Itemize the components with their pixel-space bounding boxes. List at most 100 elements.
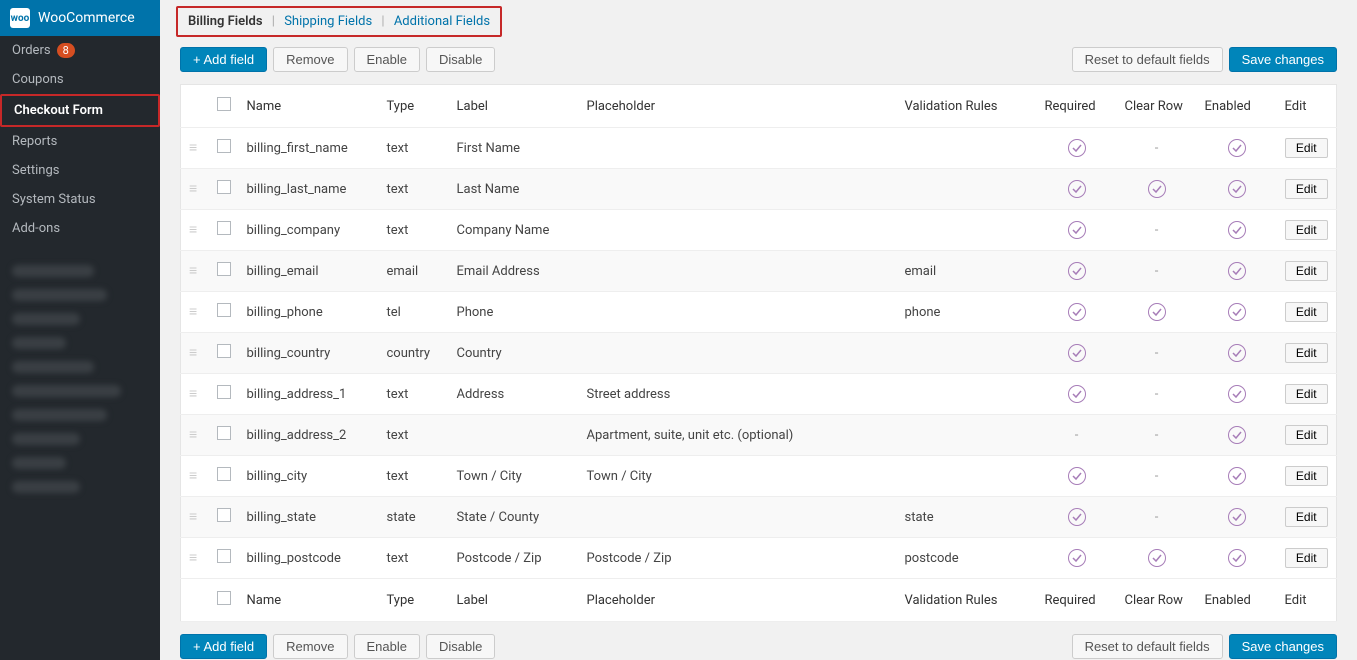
col-footer-clear-row[interactable]: Clear Row [1117, 579, 1197, 622]
edit-button[interactable]: Edit [1285, 343, 1328, 363]
table-row: ≡billing_last_nametextLast NameEdit [181, 169, 1337, 210]
cell-name: billing_address_1 [239, 374, 379, 415]
edit-button[interactable]: Edit [1285, 384, 1328, 404]
add-field-button[interactable]: + Add field [180, 47, 267, 72]
tab-additional-fields[interactable]: Additional Fields [394, 14, 490, 29]
main-content: Billing Fields | Shipping Fields | Addit… [160, 0, 1357, 660]
drag-handle-icon[interactable]: ≡ [189, 222, 197, 238]
col-header-type[interactable]: Type [379, 85, 449, 128]
drag-handle-icon[interactable]: ≡ [189, 427, 197, 443]
sidebar-item-orders[interactable]: Orders8 [0, 36, 160, 65]
drag-handle-icon[interactable]: ≡ [189, 509, 197, 525]
sidebar-item-checkout-form[interactable]: Checkout Form [0, 94, 160, 127]
required-icon [1068, 221, 1086, 239]
col-footer-label[interactable]: Label [449, 579, 579, 622]
edit-button[interactable]: Edit [1285, 302, 1328, 322]
remove-button-bottom[interactable]: Remove [273, 634, 347, 659]
edit-button[interactable]: Edit [1285, 507, 1328, 527]
sidebar-item-reports[interactable]: Reports [0, 127, 160, 156]
col-footer-validation[interactable]: Validation Rules [897, 579, 1037, 622]
toolbar-bottom: + Add field Remove Enable Disable Reset … [180, 634, 1337, 659]
enabled-icon [1228, 385, 1246, 403]
row-checkbox[interactable] [217, 303, 231, 317]
reset-button-bottom[interactable]: Reset to default fields [1072, 634, 1223, 659]
drag-handle-icon[interactable]: ≡ [189, 386, 197, 402]
sidebar-brand[interactable]: woo WooCommerce [0, 0, 160, 36]
drag-handle-icon[interactable]: ≡ [189, 304, 197, 320]
row-checkbox[interactable] [217, 549, 231, 563]
enabled-icon [1228, 467, 1246, 485]
sidebar-item-label: Orders [12, 43, 51, 58]
edit-button[interactable]: Edit [1285, 466, 1328, 486]
sidebar-item-coupons[interactable]: Coupons [0, 65, 160, 94]
col-footer-enabled[interactable]: Enabled [1197, 579, 1277, 622]
drag-handle-icon[interactable]: ≡ [189, 140, 197, 156]
row-checkbox[interactable] [217, 385, 231, 399]
cell-placeholder [579, 333, 897, 374]
row-checkbox[interactable] [217, 139, 231, 153]
edit-button[interactable]: Edit [1285, 220, 1328, 240]
cell-name: billing_email [239, 251, 379, 292]
tab-shipping-fields[interactable]: Shipping Fields [284, 14, 372, 29]
drag-handle-icon[interactable]: ≡ [189, 345, 197, 361]
row-checkbox[interactable] [217, 180, 231, 194]
sidebar-item-add-ons[interactable]: Add-ons [0, 214, 160, 243]
enabled-icon [1228, 139, 1246, 157]
col-header-required[interactable]: Required [1037, 85, 1117, 128]
required-icon [1068, 344, 1086, 362]
dash: - [1155, 141, 1159, 156]
sidebar-item-settings[interactable]: Settings [0, 156, 160, 185]
cell-type: text [379, 374, 449, 415]
save-changes-button[interactable]: Save changes [1229, 47, 1337, 72]
row-checkbox[interactable] [217, 508, 231, 522]
edit-button[interactable]: Edit [1285, 548, 1328, 568]
row-checkbox[interactable] [217, 467, 231, 481]
col-header-validation[interactable]: Validation Rules [897, 85, 1037, 128]
drag-handle-icon[interactable]: ≡ [189, 468, 197, 484]
col-footer-type[interactable]: Type [379, 579, 449, 622]
sidebar-item-system-status[interactable]: System Status [0, 185, 160, 214]
col-header-placeholder[interactable]: Placeholder [579, 85, 897, 128]
cell-label: Last Name [449, 169, 579, 210]
col-header-enabled[interactable]: Enabled [1197, 85, 1277, 128]
required-icon [1068, 303, 1086, 321]
select-all-checkbox[interactable] [217, 97, 231, 111]
col-footer-required[interactable]: Required [1037, 579, 1117, 622]
cell-name: billing_state [239, 497, 379, 538]
edit-button[interactable]: Edit [1285, 425, 1328, 445]
enable-button[interactable]: Enable [354, 47, 420, 72]
col-footer-name[interactable]: Name [239, 579, 379, 622]
reset-button[interactable]: Reset to default fields [1072, 47, 1223, 72]
edit-button[interactable]: Edit [1285, 179, 1328, 199]
table-row: ≡billing_statestateState / Countystate-E… [181, 497, 1337, 538]
drag-handle-icon[interactable]: ≡ [189, 181, 197, 197]
tab-billing-fields[interactable]: Billing Fields [188, 14, 263, 29]
save-changes-button-bottom[interactable]: Save changes [1229, 634, 1337, 659]
disable-button[interactable]: Disable [426, 47, 495, 72]
cell-placeholder [579, 292, 897, 333]
disable-button-bottom[interactable]: Disable [426, 634, 495, 659]
select-all-checkbox-footer[interactable] [217, 591, 231, 605]
row-checkbox[interactable] [217, 426, 231, 440]
row-checkbox[interactable] [217, 262, 231, 276]
col-footer-placeholder[interactable]: Placeholder [579, 579, 897, 622]
col-header-name[interactable]: Name [239, 85, 379, 128]
cell-label: Postcode / Zip [449, 538, 579, 579]
edit-button[interactable]: Edit [1285, 261, 1328, 281]
table-row: ≡billing_companytextCompany Name-Edit [181, 210, 1337, 251]
cell-type: text [379, 128, 449, 169]
sidebar-item-label: Coupons [12, 72, 64, 87]
enable-button-bottom[interactable]: Enable [354, 634, 420, 659]
row-checkbox[interactable] [217, 344, 231, 358]
col-header-label[interactable]: Label [449, 85, 579, 128]
cell-label: Town / City [449, 456, 579, 497]
drag-handle-icon[interactable]: ≡ [189, 550, 197, 566]
cell-name: billing_last_name [239, 169, 379, 210]
col-header-clear-row[interactable]: Clear Row [1117, 85, 1197, 128]
remove-button[interactable]: Remove [273, 47, 347, 72]
row-checkbox[interactable] [217, 221, 231, 235]
dash: - [1155, 428, 1159, 443]
edit-button[interactable]: Edit [1285, 138, 1328, 158]
add-field-button-bottom[interactable]: + Add field [180, 634, 267, 659]
drag-handle-icon[interactable]: ≡ [189, 263, 197, 279]
